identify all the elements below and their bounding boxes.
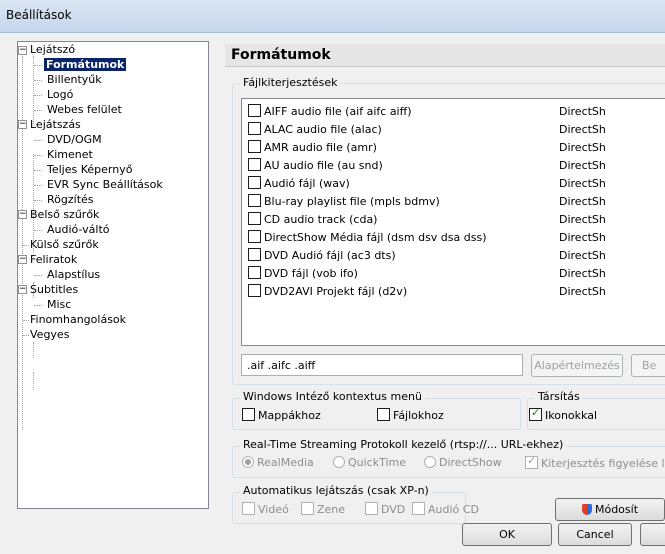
tree-item-lejatszas[interactable]: Lejátszás xyxy=(30,117,81,132)
collapse-icon[interactable]: − xyxy=(18,120,27,129)
tree-item-alapstilus[interactable]: Alapstílus xyxy=(47,267,100,282)
checkbox[interactable] xyxy=(248,284,261,297)
checkbox[interactable] xyxy=(248,104,261,117)
settings-tree[interactable]: − Lejátszó Formátumok Billentyűk Logó We… xyxy=(17,41,209,509)
checkbox[interactable] xyxy=(248,122,261,135)
default-button[interactable]: Alapértelmezés xyxy=(531,354,623,377)
tree-item-feliratok[interactable]: Feliratok xyxy=(30,252,77,267)
quicktime-radio[interactable]: QuickTime xyxy=(333,456,406,470)
folders-checkbox[interactable]: Mappákhoz xyxy=(242,408,321,423)
autoplay-group-label: Automatikus lejátszás (csak XP-n) xyxy=(240,484,432,497)
video-checkbox[interactable]: Videó xyxy=(242,502,289,517)
checkbox[interactable] xyxy=(248,140,261,153)
checkbox[interactable] xyxy=(248,230,261,243)
set-button[interactable]: Be xyxy=(631,354,665,377)
association-group-label: Társítás xyxy=(535,390,583,403)
checkbox[interactable] xyxy=(248,248,261,261)
ok-button[interactable]: OK xyxy=(462,523,552,546)
tree-item-belso-szurok[interactable]: Belső szűrők xyxy=(30,207,99,222)
tree-item-evr-sync[interactable]: EVR Sync Beállítások xyxy=(47,177,163,192)
tree-item-finomhangolasok[interactable]: Finomhangolások xyxy=(30,312,126,327)
tree-item-kulso-szurok[interactable]: Külső szűrők xyxy=(30,237,99,252)
list-item[interactable]: DirectShow Média fájl (dsm dsv dsa dss) D… xyxy=(248,229,665,247)
checkbox[interactable] xyxy=(248,212,261,225)
rtsp-group-label: Real-Time Streaming Protokoll kezelő (rt… xyxy=(240,438,567,451)
collapse-icon[interactable]: − xyxy=(18,285,27,294)
collapse-icon[interactable]: − xyxy=(18,210,27,219)
checkbox[interactable] xyxy=(248,266,261,279)
tree-item-kimenet[interactable]: Kimenet xyxy=(47,147,93,162)
title-bar: Beállítások xyxy=(0,0,665,33)
list-item[interactable]: CD audio track (cda) DirectSh xyxy=(248,211,665,229)
explorer-menu-group-label: Windows Intéző kontextus menü xyxy=(240,390,425,403)
list-item[interactable]: AMR audio file (amr) DirectSh xyxy=(248,139,665,157)
window-title: Beállítások xyxy=(6,8,72,22)
directshow-radio[interactable]: DirectShow xyxy=(424,456,502,470)
tree-item-audio-valto[interactable]: Audió-váltó xyxy=(47,222,110,237)
extensions-input[interactable]: .aif .aifc .aiff xyxy=(241,354,523,376)
extensions-list[interactable]: AIFF audio file (aif aifc aiff) DirectSh … xyxy=(241,98,665,346)
collapse-icon[interactable]: − xyxy=(18,46,27,55)
realmedia-radio[interactable]: RealMedia xyxy=(242,456,314,470)
shield-icon xyxy=(581,504,592,515)
tree-item-teljes-kepernyo[interactable]: Teljes Képernyő xyxy=(47,162,132,177)
list-item[interactable]: DVD2AVI Projekt fájl (d2v) DirectSh xyxy=(248,283,665,301)
tree-item-dvd-ogm[interactable]: DVD/OGM xyxy=(47,132,102,147)
cancel-button[interactable]: Cancel xyxy=(558,523,632,546)
music-checkbox[interactable]: Zene xyxy=(301,502,345,517)
apply-button[interactable] xyxy=(640,523,665,546)
list-item[interactable]: Blu-ray playlist file (mpls bdmv) DirectS… xyxy=(248,193,665,211)
checkbox[interactable] xyxy=(248,194,261,207)
tree-item-billentyuk[interactable]: Billentyűk xyxy=(47,72,102,87)
icons-checkbox[interactable]: Ikonokkal xyxy=(529,406,597,423)
tree-item-lejatszo[interactable]: Lejátszó xyxy=(30,42,75,57)
list-item[interactable]: Audió fájl (wav) DirectSh xyxy=(248,175,665,193)
dvd-checkbox[interactable]: DVD xyxy=(365,502,405,517)
page-title: Formátumok xyxy=(225,44,665,67)
tree-item-vegyes[interactable]: Vegyes xyxy=(30,327,69,342)
list-item[interactable]: AU audio file (au snd) DirectSh xyxy=(248,157,665,175)
tree-item-logo[interactable]: Logó xyxy=(47,87,73,102)
checkbox[interactable] xyxy=(248,158,261,171)
checkbox[interactable] xyxy=(248,176,261,189)
extensions-group-label: Fájlkiterjesztések xyxy=(240,76,341,89)
collapse-icon[interactable]: − xyxy=(18,255,27,264)
check-extension-checkbox[interactable]: Kiterjesztés figyelése l xyxy=(525,454,665,471)
audio-cd-checkbox[interactable]: Audió CD xyxy=(412,502,479,517)
files-checkbox[interactable]: Fájlokhoz xyxy=(377,408,444,423)
tree-item-misc[interactable]: Misc xyxy=(47,297,71,312)
tree-item-webes-felulet[interactable]: Webes felület xyxy=(47,102,122,117)
tree-item-rogzites[interactable]: Rögzítés xyxy=(47,192,94,207)
tree-item-formatumok[interactable]: Formátumok xyxy=(44,57,127,72)
tree-item-subtitles[interactable]: Subtitles xyxy=(30,282,78,297)
modify-button[interactable]: Módosít xyxy=(555,498,665,521)
list-item[interactable]: ALAC audio file (alac) DirectSh xyxy=(248,121,665,139)
list-item[interactable]: DVD fájl (vob ifo) DirectSh xyxy=(248,265,665,283)
list-item[interactable]: DVD Audió fájl (ac3 dts) DirectSh xyxy=(248,247,665,265)
list-item[interactable]: AIFF audio file (aif aifc aiff) DirectSh xyxy=(248,103,665,121)
